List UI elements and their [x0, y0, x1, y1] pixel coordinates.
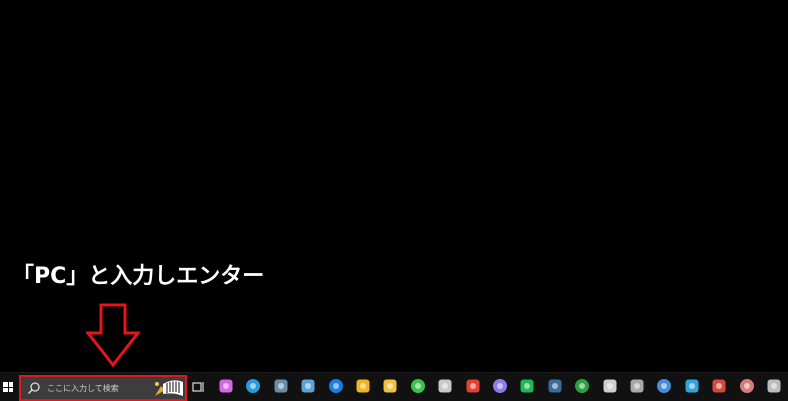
- chrome-icon[interactable]: [465, 378, 481, 394]
- headset-icon[interactable]: [410, 378, 426, 394]
- paint-icon[interactable]: [437, 378, 453, 394]
- remote-desktop-icon[interactable]: [684, 378, 700, 394]
- windows-logo-icon: [3, 382, 13, 392]
- search-highlight-icon: [155, 380, 183, 396]
- xbox-icon[interactable]: [574, 378, 590, 394]
- avatar-app-icon[interactable]: [739, 378, 755, 394]
- discord-icon[interactable]: [492, 378, 508, 394]
- calendar-icon[interactable]: [328, 378, 344, 394]
- copilot-icon[interactable]: [218, 378, 234, 394]
- task-view-icon[interactable]: [190, 379, 206, 395]
- chrome-profile-icon[interactable]: [711, 378, 727, 394]
- search-box[interactable]: ここに入力して検索: [19, 375, 187, 401]
- spotify-icon[interactable]: [519, 378, 535, 394]
- weather-icon[interactable]: [355, 378, 371, 394]
- egg-app-icon[interactable]: [602, 378, 618, 394]
- disk-app-icon[interactable]: [629, 378, 645, 394]
- news-icon[interactable]: [656, 378, 672, 394]
- instruction-text: 「PC」と入力しエンター: [12, 264, 265, 289]
- calculator-icon[interactable]: [273, 378, 289, 394]
- notepad-icon[interactable]: [300, 378, 316, 394]
- monitor-app-icon[interactable]: [766, 378, 782, 394]
- file-explorer-icon[interactable]: [382, 378, 398, 394]
- start-button[interactable]: [0, 373, 16, 401]
- taskbar: ここに入力して検索: [0, 372, 788, 401]
- down-arrow-icon: [86, 303, 140, 367]
- steam-icon[interactable]: [547, 378, 563, 394]
- search-icon: [28, 382, 40, 394]
- search-placeholder: ここに入力して検索: [47, 383, 119, 393]
- edge-icon[interactable]: [245, 378, 261, 394]
